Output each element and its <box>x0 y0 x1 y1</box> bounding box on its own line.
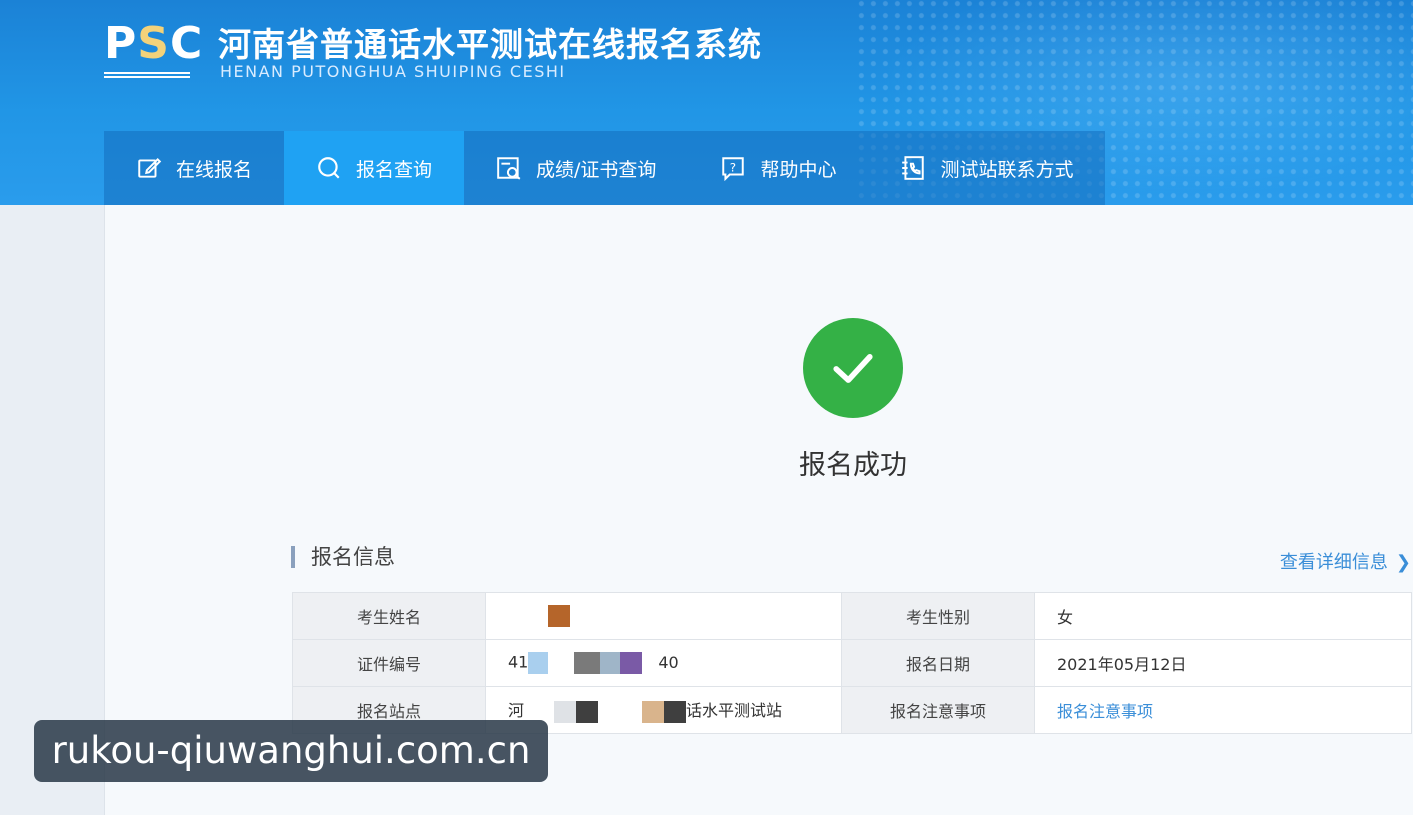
value-register-date: 2021年05月12日 <box>1034 639 1412 687</box>
edit-icon <box>136 155 162 181</box>
success-message: 报名成功 <box>799 450 907 481</box>
site-subtitle: HENAN PUTONGHUA SHUIPING CESHI <box>220 62 566 81</box>
table-row: 证件编号 41 40 报名日期 2021年05月12日 <box>292 639 1412 687</box>
check-circle-icon <box>803 318 903 418</box>
redacted-block <box>620 652 643 674</box>
value-register-notes: 报名注意事项 <box>1034 686 1412 734</box>
nav-item-test-station-contact[interactable]: 测试站联系方式 <box>868 131 1106 205</box>
register-notes-link[interactable]: 报名注意事项 <box>1057 702 1153 721</box>
redacted-block <box>576 700 599 723</box>
value-gender: 女 <box>1034 592 1412 640</box>
label-register-notes: 报名注意事项 <box>841 686 1035 734</box>
chevron-right-icon: ❯ <box>1395 552 1411 573</box>
label-register-date: 报名日期 <box>841 639 1035 687</box>
watermark-url: rukou-qiuwanghui.com.cn <box>34 720 548 782</box>
view-details-link[interactable]: 查看详细信息 ❯ <box>1280 548 1411 574</box>
main-nav: 在线报名 报名查询 成绩/证书查询 ? 帮助中心 测试站联系方式 <box>104 131 1106 205</box>
redacted-block <box>664 700 687 723</box>
contact-book-icon <box>900 155 926 181</box>
label-id-number: 证件编号 <box>292 639 486 687</box>
table-row: 考生姓名 考生性别 女 <box>292 592 1412 640</box>
certificate-search-icon <box>496 155 522 181</box>
redacted-block <box>554 700 577 723</box>
search-icon <box>316 155 342 181</box>
redacted-block <box>600 652 621 674</box>
value-id-number: 41 40 <box>485 639 842 687</box>
redacted-block <box>548 605 570 627</box>
site-title: 河南省普通话水平测试在线报名系统 <box>218 25 762 64</box>
help-icon: ? <box>720 155 746 181</box>
site-header: PSC 河南省普通话水平测试在线报名系统 HENAN PUTONGHUA SHU… <box>0 0 1413 205</box>
label-candidate-name: 考生姓名 <box>292 592 486 640</box>
section-title-register-info: 报名信息 <box>291 541 395 571</box>
register-info-table: 考生姓名 考生性别 女 证件编号 41 40 报名日期 2021年05月12日 报… <box>292 592 1412 734</box>
label-gender: 考生性别 <box>841 592 1035 640</box>
redacted-block <box>642 700 665 723</box>
value-candidate-name <box>485 592 842 640</box>
nav-item-register-query[interactable]: 报名查询 <box>284 131 465 205</box>
redacted-block <box>528 652 549 674</box>
nav-item-score-certificate-query[interactable]: 成绩/证书查询 <box>464 131 689 205</box>
psc-logo[interactable]: PSC <box>104 18 204 80</box>
nav-item-online-register[interactable]: 在线报名 <box>104 131 285 205</box>
redacted-block <box>574 652 601 674</box>
svg-text:?: ? <box>730 160 736 174</box>
logo-book-icon <box>104 72 190 78</box>
nav-item-help-center[interactable]: ? 帮助中心 <box>688 131 869 205</box>
logo-text: PSC <box>104 18 204 69</box>
